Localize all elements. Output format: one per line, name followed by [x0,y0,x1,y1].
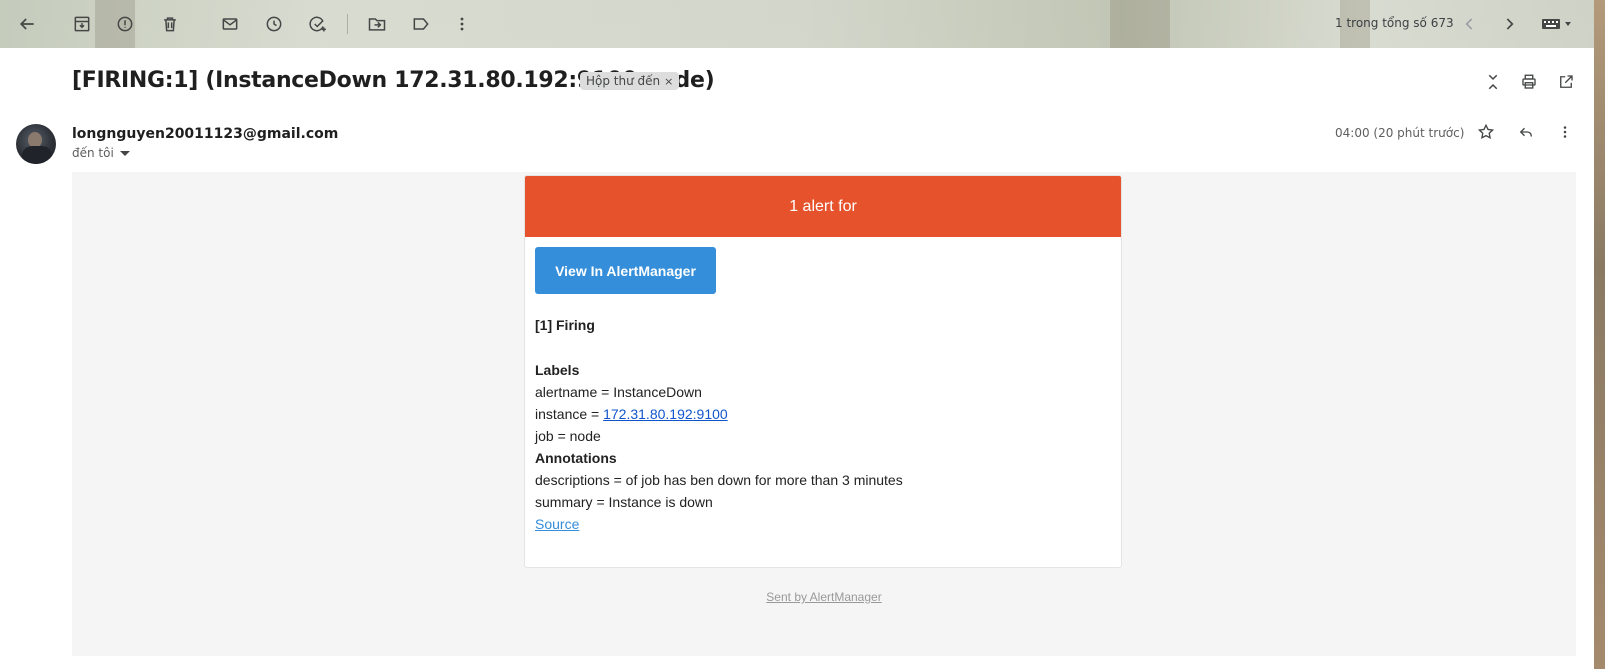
move-to-icon[interactable] [362,9,392,39]
message-view: [FIRING:1] (InstanceDown 172.31.80.192:9… [0,48,1594,669]
back-icon[interactable] [12,9,42,39]
recipient-text: đến tôi [72,146,114,160]
label-icon[interactable] [406,9,436,39]
annotations-heading: Annotations [535,450,617,466]
alert-details: Labels alertname = InstanceDown instance… [535,359,903,535]
star-icon[interactable] [1472,118,1500,146]
alert-header: 1 alert for [525,176,1121,237]
sender-avatar[interactable] [16,124,56,164]
remove-label-icon[interactable]: × [664,75,673,88]
archive-icon[interactable] [67,9,97,39]
label-instance-prefix: instance = [535,406,604,422]
pager-count: 1 trong tổng số 673 [1335,16,1454,30]
open-in-new-window-icon[interactable] [1552,68,1580,96]
chevron-left-icon[interactable] [1455,9,1485,39]
firing-heading: [1] Firing [535,317,595,333]
more-vert-icon[interactable] [447,9,477,39]
source-link[interactable]: Source [535,516,579,532]
keyboard-icon[interactable] [1535,9,1579,39]
sent-by-alertmanager-link[interactable]: Sent by AlertManager [766,590,881,604]
instance-link[interactable]: 172.31.80.192:9100 [603,406,728,422]
toolbar-divider [347,14,348,34]
footer: Sent by AlertManager [72,590,1576,604]
report-spam-icon[interactable] [110,9,140,39]
label-job: job = node [535,428,601,444]
snooze-icon[interactable] [259,9,289,39]
print-icon[interactable] [1515,68,1543,96]
caret-down-icon [119,150,130,156]
label-alertname: alertname = InstanceDown [535,384,702,400]
label-instance: instance = 172.31.80.192:9100 [535,403,903,425]
message-toolbar: 1 trong tổng số 673 [0,0,1605,48]
chevron-right-icon[interactable] [1494,9,1524,39]
annotation-summary: summary = Instance is down [535,494,713,510]
inbox-label-chip[interactable]: Hộp thư đến × [580,72,680,90]
message-timestamp: 04:00 (20 phút trước) [1335,126,1465,140]
view-in-alertmanager-button[interactable]: View In AlertManager [535,247,716,294]
delete-icon[interactable] [155,9,185,39]
inbox-label-text: Hộp thư đến [586,74,661,88]
side-panel-edge [1594,0,1605,669]
mark-unread-icon[interactable] [215,9,245,39]
email-body: 1 alert for View In AlertManager [1] Fir… [72,172,1576,656]
annotation-descriptions: descriptions = of job has ben down for m… [535,472,903,488]
sender-email[interactable]: longnguyen20011123@gmail.com [72,126,338,142]
collapse-all-icon[interactable] [1479,68,1507,96]
reply-icon[interactable] [1512,118,1540,146]
recipient-details-toggle[interactable]: đến tôi [72,146,130,160]
alert-card: 1 alert for View In AlertManager [1] Fir… [524,175,1122,568]
add-task-icon[interactable] [303,9,333,39]
labels-heading: Labels [535,362,580,378]
more-vert-icon[interactable] [1551,118,1579,146]
